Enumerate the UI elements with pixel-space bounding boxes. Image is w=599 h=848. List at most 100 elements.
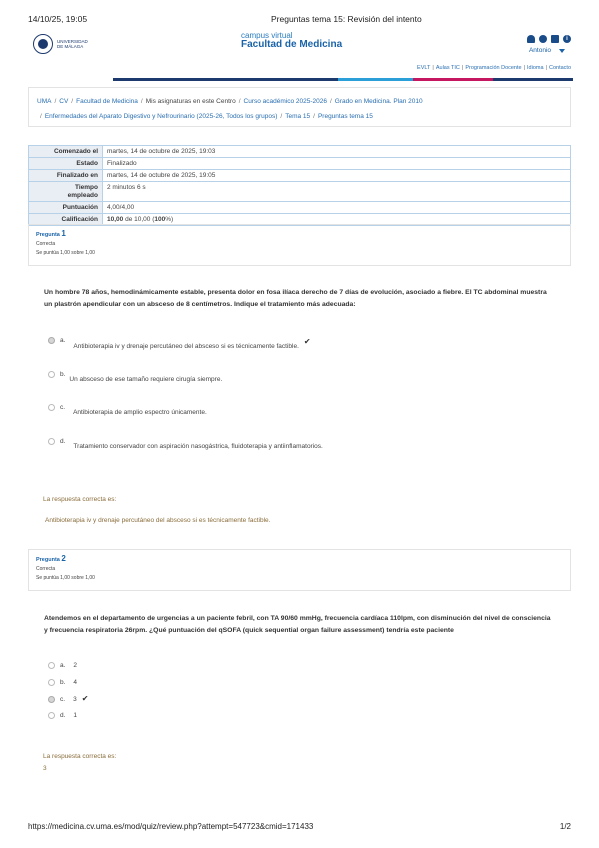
chevron-down-icon[interactable] [559, 49, 565, 53]
question-grade: Se puntúa 1,00 sobre 1,00 [36, 575, 95, 581]
question-2-feedback-value: 3 [43, 765, 47, 772]
summary-value: 2 minutos 6 s [102, 181, 571, 202]
option-text: 1 [73, 712, 78, 719]
user-menu-name[interactable]: Antonio [529, 47, 551, 54]
question-2-info: Pregunta 2 Correcta Se puntúa 1,00 sobre… [28, 549, 571, 591]
question-label: Pregunta [36, 232, 60, 238]
summary-value: martes, 14 de octubre de 2025, 19:03 [102, 145, 571, 158]
crumb-grado[interactable]: Grado en Medicina. Plan 2010 [335, 98, 423, 105]
summary-value: Finalizado [102, 157, 571, 170]
university-logo[interactable]: UNIVERSIDAD DE MÁLAGA [33, 34, 89, 54]
top-links: EVLT | Aulas TIC | Programación Docente | Idio… [417, 65, 571, 71]
table-row: Estado Finalizado [28, 157, 571, 170]
option-text: Antibioterapia de amplio espectro únicam… [73, 409, 207, 416]
grade-percent: 100 [154, 215, 166, 223]
option-letter: a. [60, 337, 66, 344]
logo-text: UNIVERSIDAD DE MÁLAGA [57, 38, 88, 50]
link-programacion[interactable]: Programación Docente [465, 65, 521, 71]
grade-percent-suffix: %) [165, 215, 174, 223]
mail-icon[interactable] [551, 35, 559, 43]
grade-value: 10,00 [107, 215, 124, 223]
bell-icon[interactable] [527, 35, 535, 43]
radio-button[interactable] [48, 712, 55, 719]
question-1-feedback-label: La respuesta correcta es: [43, 496, 117, 503]
crumb-tema[interactable]: Tema 15 [285, 113, 310, 120]
print-footer: https://medicina.cv.uma.es/mod/quiz/revi… [28, 822, 571, 834]
summary-key: Estado [28, 157, 103, 170]
option-text: 3 [73, 696, 77, 703]
crumb-uma[interactable]: UMA [37, 98, 51, 105]
option-letter: d. [60, 712, 66, 719]
option-text: 2 [73, 662, 78, 669]
question-number-value: 2 [61, 554, 66, 563]
question-2-option-a[interactable]: a. 2 [48, 662, 77, 669]
site-header: UNIVERSIDAD DE MÁLAGA campus virtual Fac… [33, 32, 573, 84]
crumb-preguntas[interactable]: Preguntas tema 15 [318, 113, 373, 120]
seal-icon [33, 34, 53, 54]
link-evlt[interactable]: EVLT [417, 65, 430, 71]
summary-value: 4,00/4,00 [102, 201, 571, 214]
option-letter: c. [60, 404, 66, 411]
question-1-text: Un hombre 78 años, hemodinámicamente est… [44, 289, 547, 308]
check-icon: ✔ [303, 337, 311, 346]
table-row: Finalizado en martes, 14 de octubre de 20… [28, 169, 571, 182]
option-letter: d. [60, 438, 66, 445]
summary-value: martes, 14 de octubre de 2025, 19:05 [102, 169, 571, 182]
question-1-option-d[interactable]: d. Tratamiento conservador con aspiración… [48, 438, 323, 450]
question-1-option-c[interactable]: c. Antibioterapia de amplio espectro únic… [48, 404, 207, 416]
link-contacto[interactable]: Contacto [549, 65, 571, 71]
question-grade: Se puntúa 1,00 sobre 1,00 [36, 250, 95, 256]
question-2-option-d[interactable]: d. 1 [48, 712, 77, 719]
table-row: Comenzado el martes, 14 de octubre de 202… [28, 145, 571, 158]
info-icon[interactable]: i [563, 35, 571, 43]
print-datetime: 14/10/25, 19:05 [28, 14, 88, 24]
radio-button[interactable] [48, 662, 55, 669]
crumb-cv[interactable]: CV [59, 98, 68, 105]
question-2-option-b[interactable]: b. 4 [48, 679, 77, 686]
table-row: Tiempo empleado 2 minutos 6 s [28, 181, 571, 202]
campus-brand[interactable]: campus virtual Facultad de Medicina [241, 32, 342, 50]
print-url: https://medicina.cv.uma.es/mod/quiz/revi… [28, 822, 314, 831]
breadcrumb: UMA / CV / Facultad de Medicina / Mis asignatu… [28, 87, 571, 127]
print-header: 14/10/25, 19:05 Preguntas tema 15: Revis… [28, 14, 571, 26]
radio-button[interactable] [48, 438, 55, 445]
question-label: Pregunta [36, 557, 60, 563]
radio-button[interactable] [48, 679, 55, 686]
crumb-asignatura[interactable]: Enfermedades del Aparato Digestivo y Nef… [45, 113, 278, 120]
crumb-mis-asignaturas: Mis asignaturas en este Centro [145, 98, 236, 105]
question-2-feedback-label: La respuesta correcta es: [43, 753, 117, 760]
color-bar [33, 78, 573, 81]
summary-key: Puntuación [28, 201, 103, 214]
question-state: Correcta [36, 241, 56, 247]
option-text: Tratamiento conservador con aspiración n… [73, 443, 323, 450]
breadcrumb-row-2: / Enfermedades del Aparato Digestivo y Ne… [40, 113, 373, 120]
radio-button[interactable] [48, 337, 55, 344]
brand-big: Facultad de Medicina [241, 39, 343, 50]
check-icon: ✔ [81, 694, 89, 703]
link-idioma[interactable]: Idioma [527, 65, 544, 71]
question-2-text: Atendemos en el departamento de urgencia… [44, 615, 551, 634]
radio-button[interactable] [48, 404, 55, 411]
user-icons: i [527, 35, 571, 43]
breadcrumb-row-1: UMA / CV / Facultad de Medicina / Mis asignatu… [37, 98, 423, 105]
table-row: Puntuación 4,00/4,00 [28, 201, 571, 214]
question-1-info: Pregunta 1 Correcta Se puntúa 1,00 sobre… [28, 224, 571, 266]
crumb-facultad[interactable]: Facultad de Medicina [76, 98, 138, 105]
option-letter: b. [60, 371, 66, 378]
question-state: Correcta [36, 566, 56, 572]
question-1-option-b[interactable]: b. Un absceso de ese tamaño requiere ciru… [48, 371, 222, 383]
radio-button[interactable] [48, 696, 55, 703]
option-text: Un absceso de ese tamaño requiere cirugí… [69, 376, 223, 383]
attempt-summary-table: Comenzado el martes, 14 de octubre de 202… [28, 145, 571, 226]
option-text: Antibioterapia iv y drenaje percutáneo d… [73, 343, 299, 350]
option-letter: b. [60, 679, 66, 686]
link-aulas-tic[interactable]: Aulas TIC [436, 65, 460, 71]
question-1-option-a[interactable]: a. Antibioterapia iv y drenaje percutáneo… [48, 337, 311, 350]
print-page-number: 1/2 [559, 822, 571, 831]
question-number: Pregunta 1 [36, 229, 563, 238]
crumb-curso[interactable]: Curso académico 2025-2026 [244, 98, 327, 105]
radio-button[interactable] [48, 371, 55, 378]
print-doc-title: Preguntas tema 15: Revisión del intento [271, 14, 422, 24]
question-2-option-c[interactable]: c. 3 ✔ [48, 694, 89, 703]
chat-icon[interactable] [539, 35, 547, 43]
